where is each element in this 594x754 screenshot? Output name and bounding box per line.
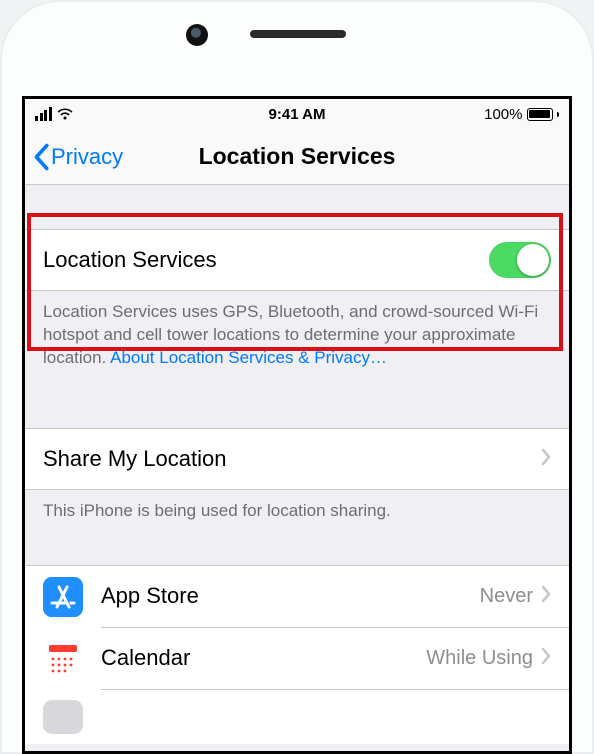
calendar-icon [43,639,83,679]
chevron-left-icon [33,143,49,171]
app-status: Never [480,585,533,608]
back-button[interactable]: Privacy [33,143,123,171]
appstore-icon [43,577,83,617]
battery-indicator: 100% [484,106,559,123]
back-label: Privacy [51,144,123,170]
status-bar: 9:41 AM 100% [25,99,569,129]
wifi-icon [56,107,74,121]
battery-percent: 100% [484,106,522,123]
location-services-description: Location Services uses GPS, Bluetooth, a… [25,291,569,384]
chevron-right-icon [541,585,551,608]
chevron-right-icon [541,446,551,472]
placeholder-icon [43,700,83,734]
location-services-toggle[interactable] [489,242,551,278]
app-row-placeholder [25,690,569,744]
app-list: App Store Never [25,565,569,744]
camera-dot [186,24,208,46]
chevron-right-icon [541,647,551,670]
cellular-signal-icon [35,107,52,121]
screen: 9:41 AM 100% Privacy Location Services [22,96,572,754]
app-row-calendar[interactable]: Calendar While Using [25,628,569,690]
share-my-location-label: Share My Location [43,446,541,472]
about-link[interactable]: About Location Services & Privacy… [110,348,387,367]
nav-bar: Privacy Location Services [25,129,569,185]
device-frame: 9:41 AM 100% Privacy Location Services [0,0,594,754]
app-name: Calendar [101,645,426,671]
app-row-appstore[interactable]: App Store Never [25,566,569,628]
share-my-location-row[interactable]: Share My Location [25,428,569,490]
location-services-row: Location Services [25,229,569,291]
location-services-label: Location Services [43,247,489,273]
app-name: App Store [101,583,480,609]
share-footer: This iPhone is being used for location s… [25,490,569,537]
speaker-slot [250,30,346,38]
app-status: While Using [426,647,533,670]
